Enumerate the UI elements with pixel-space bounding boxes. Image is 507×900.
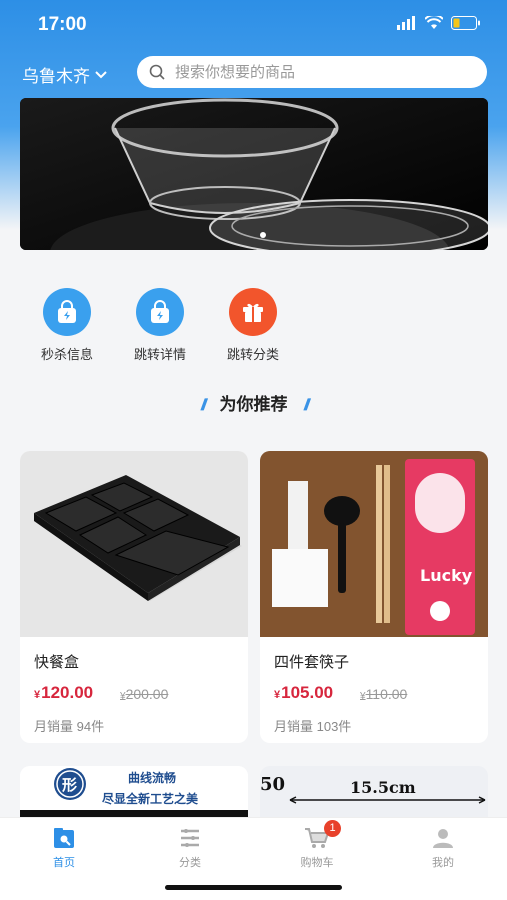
section-title-text: 为你推荐 xyxy=(219,395,288,414)
status-time: 17:00 xyxy=(38,14,87,35)
peek-seal-text: 形 xyxy=(62,776,78,794)
banner-image xyxy=(20,98,488,250)
product-name: 快餐盒 xyxy=(34,654,80,671)
city-selector[interactable]: 乌鲁木齐 xyxy=(22,62,108,87)
search-bar[interactable] xyxy=(137,56,487,88)
battery-icon xyxy=(451,16,480,30)
tab-label: 购物车 xyxy=(300,857,334,869)
price-value: 120.00 xyxy=(41,683,94,702)
peek-line-2: 尽显全新工艺之美 xyxy=(102,792,199,806)
search-input[interactable] xyxy=(175,63,465,81)
quick-action-flash-sale[interactable]: 秒杀信息 xyxy=(27,288,107,363)
quick-action-label: 跳转详情 xyxy=(133,347,186,362)
status-icons xyxy=(397,16,481,30)
home-indicator[interactable] xyxy=(165,885,342,890)
product-monthly-sales: 月销量 103件 xyxy=(274,719,352,734)
top-header: 乌鲁木齐 xyxy=(0,55,507,91)
banner-indicator xyxy=(260,232,266,238)
home-page: 17:00 乌鲁木齐 搜索你想要的商品 秒杀信息 跳转详情 跳转分类 // 为你… xyxy=(0,0,507,900)
tab-label: 首页 xyxy=(53,857,75,869)
category-list-icon xyxy=(181,829,199,847)
recommend-section-title: // 为你推荐 // xyxy=(0,390,507,415)
product-card[interactable]: Lucky 四件套筷子 ¥105.00 ¥110.00 月销量 103件 xyxy=(260,451,488,743)
chevron-down-icon xyxy=(95,70,107,78)
decor-slash-icon: // xyxy=(199,397,206,414)
currency-symbol: ¥ xyxy=(274,689,281,701)
home-icon xyxy=(54,828,74,848)
wifi-icon xyxy=(425,16,443,29)
cart-badge: 1 xyxy=(324,820,341,837)
quick-actions: 秒杀信息 跳转详情 跳转分类 xyxy=(0,288,507,368)
svg-text:Lucky: Lucky xyxy=(420,566,473,585)
product-card[interactable]: 快餐盒 ¥120.00 ¥200.00 月销量 94件 xyxy=(20,451,248,743)
tab-category[interactable]: 分类 xyxy=(150,826,230,870)
tab-profile[interactable]: 我的 xyxy=(403,826,483,870)
status-bar: 17:00 xyxy=(0,0,507,50)
gift-icon xyxy=(229,288,277,336)
search-icon xyxy=(149,64,165,80)
product-original-price: ¥200.00 xyxy=(120,686,168,702)
shopping-bag-flash-icon xyxy=(43,288,91,336)
product-monthly-sales: 月销量 94件 xyxy=(34,719,105,734)
promo-banner[interactable] xyxy=(20,98,488,250)
tab-label: 我的 xyxy=(432,857,454,869)
quick-action-label: 跳转分类 xyxy=(226,347,279,362)
tab-home[interactable]: 首页 xyxy=(24,826,104,870)
price-value: 105.00 xyxy=(281,683,334,702)
product-original-price: ¥110.00 xyxy=(360,686,407,702)
original-price-value: 110.00 xyxy=(365,686,408,702)
product-price: ¥105.00 xyxy=(274,683,333,703)
decor-slash-icon: // xyxy=(302,397,308,414)
city-name: 乌鲁木齐 xyxy=(22,67,90,86)
quick-action-label: 秒杀信息 xyxy=(40,347,93,362)
tab-cart[interactable]: 1 购物车 xyxy=(277,820,357,870)
peek-line-1: 曲线流畅 xyxy=(128,771,177,785)
product-price: ¥120.00 xyxy=(34,683,93,703)
signal-icon xyxy=(397,16,415,30)
tab-label: 分类 xyxy=(179,857,201,869)
original-price-value: 200.00 xyxy=(125,686,169,702)
product-name: 四件套筷子 xyxy=(274,654,350,671)
product-image: Lucky xyxy=(260,451,488,637)
quick-action-category[interactable]: 跳转分类 xyxy=(213,288,293,363)
shopping-bag-flash-icon xyxy=(136,288,184,336)
profile-icon xyxy=(433,829,453,848)
quick-action-detail[interactable]: 跳转详情 xyxy=(120,288,200,363)
product-image xyxy=(20,451,248,637)
currency-symbol: ¥ xyxy=(34,689,41,701)
